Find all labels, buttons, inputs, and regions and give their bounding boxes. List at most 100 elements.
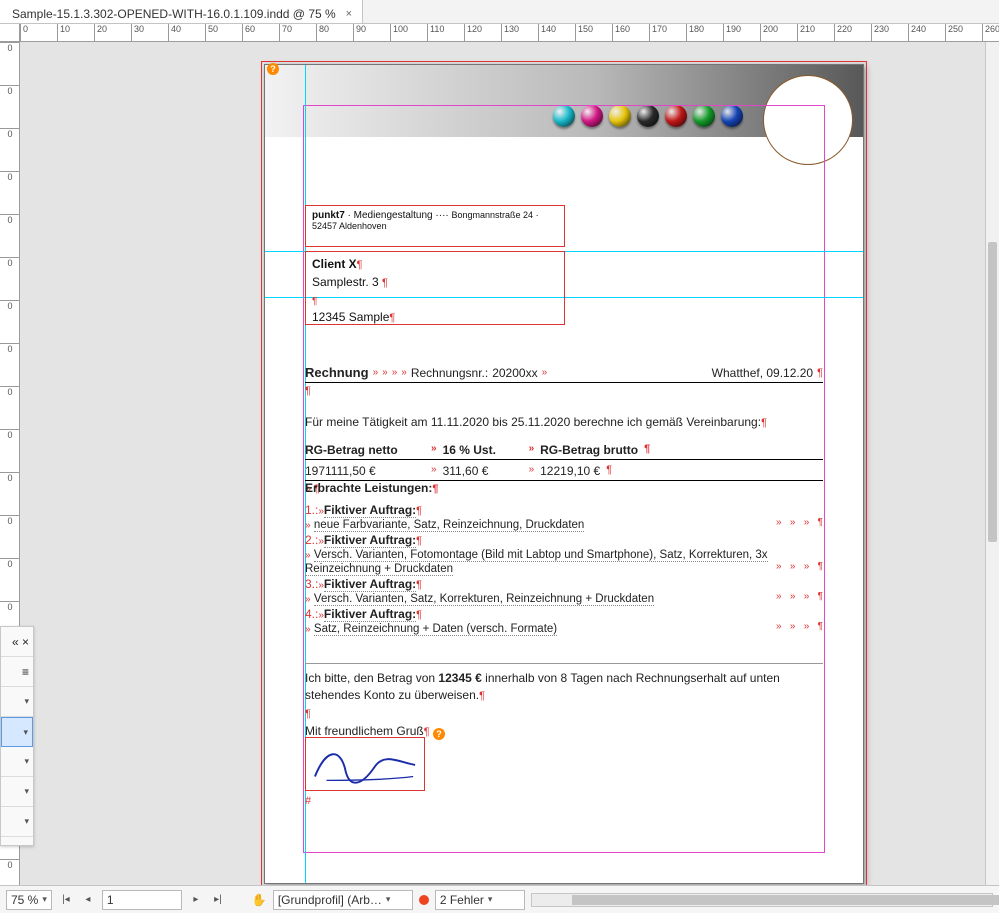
ruler-tick: 260 xyxy=(982,24,999,42)
ruler-tick: 110 xyxy=(427,24,444,42)
service-item[interactable]: 4.:»Fiktiver Auftrag:¶» Satz, Reinzeichn… xyxy=(305,607,823,635)
zoom-value: 75 % xyxy=(11,893,38,907)
ruler-tick: 0 xyxy=(0,42,20,53)
invoice-place-date: Whatthef, 09.12.20 xyxy=(712,366,813,380)
ruler-tick: 0 xyxy=(0,601,20,612)
header-blob-icon xyxy=(609,105,631,127)
chevron-down-icon: ▾ xyxy=(42,894,47,905)
client-text-frame[interactable]: Client X¶ Samplestr. 3 ¶ ¶ 12345 Sample¶ xyxy=(305,251,565,325)
val-gross: 12219,10 € xyxy=(540,464,600,478)
service-item[interactable]: 2.:»Fiktiver Auftrag:¶» Versch. Variante… xyxy=(305,533,823,575)
panel-grip[interactable]: « × xyxy=(1,627,33,657)
next-page-button[interactable]: ▸ xyxy=(188,892,204,908)
ruler-tick: 230 xyxy=(871,24,889,42)
service-item[interactable]: 3.:»Fiktiver Auftrag:¶» Versch. Variante… xyxy=(305,577,823,605)
scrollbar-vertical[interactable] xyxy=(985,42,999,885)
ruler-tick: 150 xyxy=(575,24,593,42)
ruler-tick: 130 xyxy=(501,24,519,42)
ruler-tick: 160 xyxy=(612,24,630,42)
invoice-nr-label: Rechnungsnr.: xyxy=(411,366,488,380)
payment-text-a: Ich bitte, den Betrag von xyxy=(305,671,438,685)
ruler-tick: 0 xyxy=(0,386,20,397)
ruler-tick: 90 xyxy=(353,24,366,42)
panel-row[interactable]: ▾ xyxy=(1,777,33,807)
ruler-tick: 210 xyxy=(797,24,815,42)
ruler-tick: 140 xyxy=(538,24,556,42)
ruler-tick: 220 xyxy=(834,24,852,42)
ruler-tick: 0 xyxy=(0,85,20,96)
ruler-tick: 40 xyxy=(168,24,181,42)
header-blob-icon xyxy=(581,105,603,127)
service-item[interactable]: 1.:»Fiktiver Auftrag:¶» neue Farbvariant… xyxy=(305,503,823,531)
header-blob-icon xyxy=(721,105,743,127)
header-blob-icon xyxy=(637,105,659,127)
client-street: Samplestr. 3 xyxy=(312,275,379,289)
val-vat: 311,60 € xyxy=(443,464,523,478)
scrollbar-thumb[interactable] xyxy=(988,242,997,542)
page-artboard[interactable]: ? punkt7 · Mediengestaltung ···· Bongman… xyxy=(264,64,864,884)
ruler-tick: 0 xyxy=(0,343,20,354)
preflight-profile-combo[interactable]: [Grundprofil] (Arb… ▾ xyxy=(273,890,413,910)
ruler-tick: 0 xyxy=(0,558,20,569)
close-icon[interactable]: × xyxy=(346,8,352,20)
styles-panel[interactable]: « × ≡ ▾ ▾ ▾ ▾ ▾ xyxy=(0,626,34,846)
document-tab[interactable]: Sample-15.1.3.302-OPENED-WITH-16.0.1.109… xyxy=(0,0,363,23)
ruler-tick: 50 xyxy=(205,24,218,42)
ruler-tick: 20 xyxy=(94,24,107,42)
ruler-tick: 0 xyxy=(20,24,28,42)
ruler-tick: 250 xyxy=(945,24,963,42)
chevron-down-icon: ▾ xyxy=(24,756,29,767)
ruler-tick: 60 xyxy=(242,24,255,42)
panel-row[interactable]: ▾ xyxy=(1,807,33,837)
last-page-button[interactable]: ▸| xyxy=(210,892,226,908)
payment-text-frame[interactable]: Ich bitte, den Betrag von 12345 € innerh… xyxy=(305,663,823,741)
hand-tool-icon[interactable]: ✋ xyxy=(252,893,267,907)
first-page-button[interactable]: |◂ xyxy=(58,892,74,908)
document-tab-title: Sample-15.1.3.302-OPENED-WITH-16.0.1.109… xyxy=(12,7,336,21)
panel-row[interactable]: ≡ xyxy=(1,657,33,687)
ruler-tick: 100 xyxy=(390,24,408,42)
ruler-tick: 70 xyxy=(279,24,292,42)
ruler-origin[interactable] xyxy=(0,24,20,42)
sender-text-frame[interactable]: punkt7 · Mediengestaltung ···· Bongmanns… xyxy=(305,205,565,247)
page-field[interactable]: 1 xyxy=(102,890,182,910)
scrollbar-horizontal[interactable] xyxy=(531,893,993,907)
zoom-combo[interactable]: 75 % ▾ xyxy=(6,890,52,910)
payment-amount: 12345 € xyxy=(438,671,481,685)
ruler-tick: 200 xyxy=(760,24,778,42)
panel-row-selected[interactable]: ▾ xyxy=(1,717,33,747)
signature-icon xyxy=(306,738,424,790)
ruler-tick: 190 xyxy=(723,24,741,42)
preflight-errors-combo[interactable]: 2 Fehler ▾ xyxy=(435,890,525,910)
document-canvas[interactable]: ? punkt7 · Mediengestaltung ···· Bongman… xyxy=(20,42,985,885)
scrollbar-thumb[interactable] xyxy=(572,895,999,905)
ruler-tick: 0 xyxy=(0,515,20,526)
ruler-tick: 170 xyxy=(649,24,667,42)
ruler-tick: 120 xyxy=(464,24,482,42)
sender-brand: punkt7 xyxy=(312,210,345,221)
signature-frame[interactable] xyxy=(305,737,425,791)
header-circle xyxy=(763,75,853,165)
ruler-tick: 0 xyxy=(0,171,20,182)
col-vat: 16 % Ust. xyxy=(443,443,523,457)
val-net: 1971111,50 € xyxy=(305,464,425,478)
preflight-warning-icon[interactable]: ? xyxy=(267,63,279,75)
panel-row[interactable]: ▾ xyxy=(1,687,33,717)
document-tabs: Sample-15.1.3.302-OPENED-WITH-16.0.1.109… xyxy=(0,0,999,24)
page-header-band xyxy=(265,65,863,137)
panel-row[interactable]: ▾ xyxy=(1,747,33,777)
invoice-nr: 20200xx xyxy=(492,366,537,380)
services-block[interactable]: Erbrachte Leistungen:¶ 1.:»Fiktiver Auft… xyxy=(305,481,823,637)
sender-suffix: · Mediengestaltung xyxy=(345,210,433,221)
invoice-header[interactable]: Rechnung »»»» Rechnungsnr.: 20200xx » Wh… xyxy=(305,365,823,495)
invoice-label: Rechnung xyxy=(305,365,369,380)
ruler-tick: 240 xyxy=(908,24,926,42)
preflight-warning-icon[interactable]: ? xyxy=(433,728,445,740)
chevron-down-icon: ▾ xyxy=(23,727,28,738)
preflight-errors: 2 Fehler xyxy=(440,893,484,907)
preflight-error-icon[interactable] xyxy=(419,895,429,905)
prev-page-button[interactable]: ◂ xyxy=(80,892,96,908)
chevron-down-icon: ▾ xyxy=(24,696,29,707)
chevron-down-icon: ▾ xyxy=(386,894,391,905)
ruler-horizontal[interactable]: 0102030405060708090100110120130140150160… xyxy=(20,24,999,42)
